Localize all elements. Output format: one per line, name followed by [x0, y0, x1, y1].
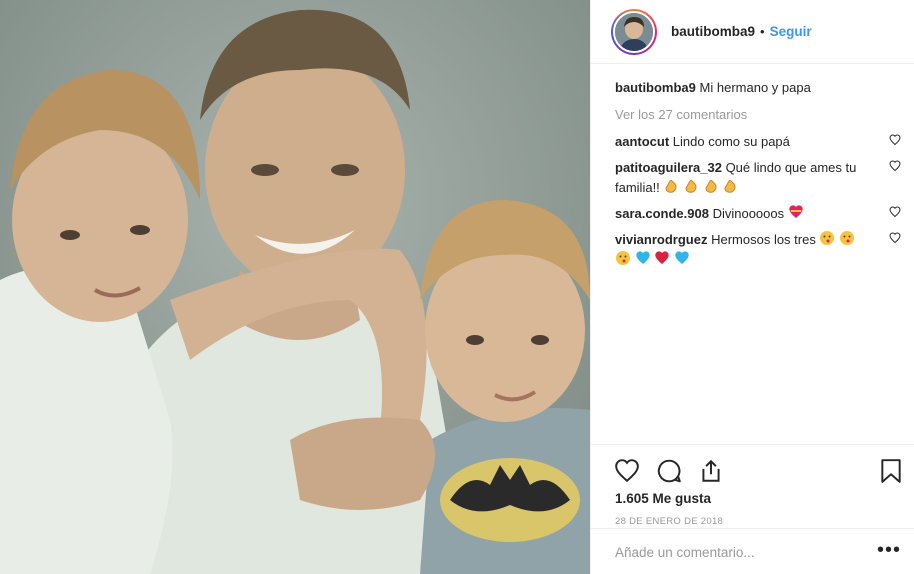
comment-item: patitoaguilera_32 Qué lindo que ames tu …	[615, 158, 901, 198]
post-photo[interactable]	[0, 0, 590, 574]
clap-emoji-icon	[685, 180, 697, 193]
share-button[interactable]	[697, 457, 725, 485]
post-caption: bautibomba9 Mi hermano y papa	[615, 78, 899, 98]
kiss-emoji-icon	[820, 231, 835, 245]
post-footer: 1.605 Me gusta 28 DE ENERO DE 2018	[591, 444, 914, 527]
header-username[interactable]: bautibomba9	[671, 24, 755, 39]
blue-heart-emoji-icon	[635, 251, 650, 264]
action-bar	[613, 457, 725, 485]
comment-item: sara.conde.908 Divinooooos	[615, 204, 901, 224]
avatar[interactable]	[613, 10, 655, 53]
view-all-comments-link[interactable]: Ver los 27 comentarios	[615, 106, 899, 124]
header-separator: •	[760, 24, 765, 39]
comment-item: aantocut Lindo como su papá	[615, 132, 901, 152]
post-sidebar: bautibomba9 • Seguir bautibomba9 Mi herm…	[590, 0, 914, 574]
comment-username[interactable]: patitoaguilera_32	[615, 160, 722, 175]
speech-bubble-icon	[657, 459, 681, 483]
caption-username[interactable]: bautibomba9	[615, 80, 696, 95]
more-options-icon[interactable]: •••	[877, 539, 901, 562]
small-heart-icon[interactable]	[889, 160, 901, 172]
small-heart-icon[interactable]	[889, 206, 901, 218]
comment-text: Lindo como su papá	[672, 134, 790, 149]
kiss-emoji-icon	[840, 231, 855, 245]
comment-username[interactable]: aantocut	[615, 134, 669, 149]
caption-text: Mi hermano y papa	[699, 80, 811, 95]
clap-emoji-icon	[705, 180, 717, 193]
clap-emoji-group	[663, 180, 738, 195]
comment-input[interactable]: Añade un comentario...	[615, 545, 755, 560]
bookmark-icon	[881, 459, 901, 483]
add-comment-bar: Añade un comentario... •••	[591, 528, 914, 574]
like-button[interactable]	[613, 457, 641, 485]
save-button[interactable]	[877, 457, 905, 485]
comment-username[interactable]: vivianrodrguez	[615, 232, 707, 247]
clap-emoji-icon	[665, 180, 677, 193]
comments-list: bautibomba9 Mi hermano y papa Ver los 27…	[615, 78, 901, 276]
small-heart-icon[interactable]	[889, 232, 901, 244]
blue-heart-emoji-icon	[675, 251, 689, 264]
comment-text: Divinooooos	[712, 206, 785, 221]
comment-item: vivianrodrguez Hermosos los tres	[615, 230, 901, 270]
comment-button[interactable]	[655, 457, 683, 485]
post-date[interactable]: 28 DE ENERO DE 2018	[615, 516, 723, 527]
instagram-post: bautibomba9 • Seguir bautibomba9 Mi herm…	[0, 0, 914, 574]
red-heart-emoji-icon	[789, 205, 803, 218]
family-photo-illustration	[0, 0, 590, 574]
small-heart-icon[interactable]	[889, 134, 901, 146]
comment-username[interactable]: sara.conde.908	[615, 206, 709, 221]
clap-emoji-icon	[724, 180, 736, 193]
share-icon	[702, 459, 720, 482]
heart-outline-icon	[615, 459, 639, 483]
story-ring[interactable]	[611, 8, 657, 55]
follow-button[interactable]: Seguir	[770, 24, 812, 39]
kiss-emoji-icon	[616, 251, 630, 265]
likes-count[interactable]: 1.605 Me gusta	[615, 491, 711, 506]
avatar-image	[615, 12, 653, 51]
post-header: bautibomba9 • Seguir	[591, 0, 914, 64]
red-heart-emoji-icon	[655, 251, 669, 264]
comment-text: Hermosos los tres	[711, 232, 816, 247]
